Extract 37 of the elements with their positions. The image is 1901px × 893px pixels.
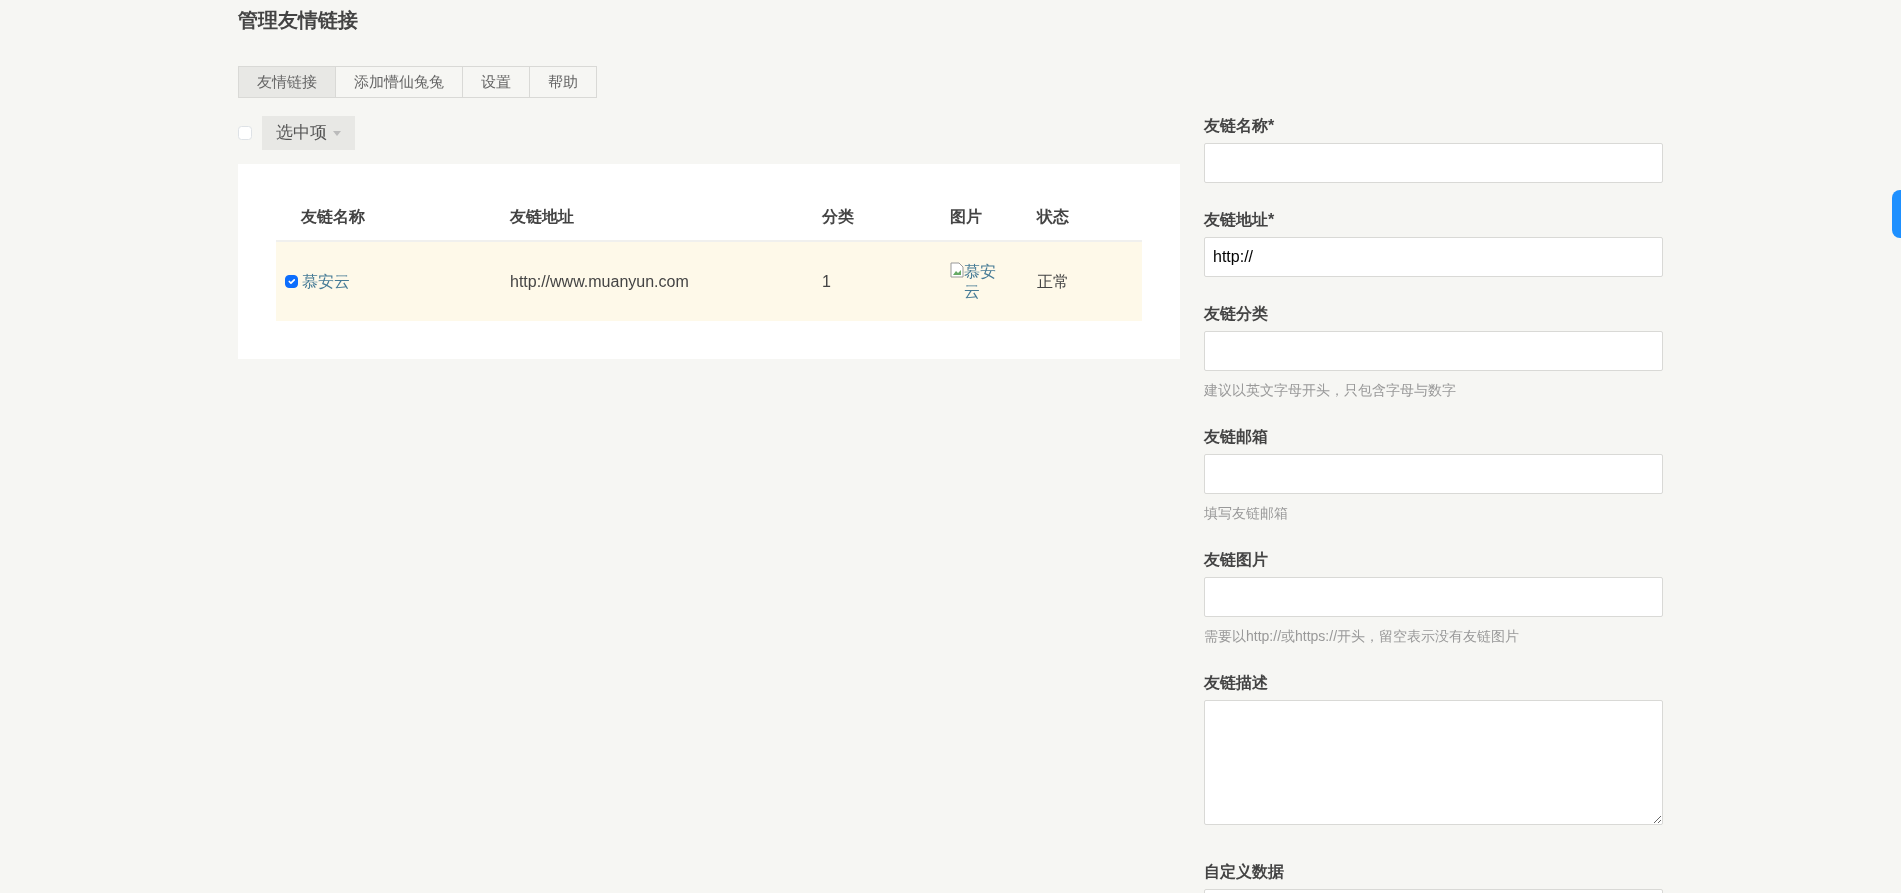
field-label: 友链名称* <box>1204 116 1276 136</box>
column-header: 友链地址 <box>510 208 574 225</box>
input-field[interactable] <box>1204 331 1663 371</box>
field-label: 友链分类 <box>1204 304 1269 324</box>
broken-image-icon <box>950 261 964 278</box>
bulk-action-dropdown[interactable]: 选中项 <box>262 116 355 150</box>
column-header: 状态 <box>1037 208 1069 225</box>
field-hint: 需要以http://或https://开头，留空表示没有友链图片 <box>1204 627 1521 646</box>
input-field[interactable] <box>1204 143 1663 183</box>
tab[interactable]: 设置 <box>462 66 530 98</box>
input-field[interactable]: http:// <box>1204 237 1663 277</box>
field-label: 友链图片 <box>1204 550 1269 570</box>
column-header: 图片 <box>950 208 982 225</box>
select-all-checkbox[interactable] <box>238 126 252 140</box>
side-tab[interactable] <box>1892 190 1901 238</box>
field-hint: 建议以英文字母开头，只包含字母与数字 <box>1204 381 1457 400</box>
field-label: 友链地址* <box>1204 210 1276 230</box>
column-header: 分类 <box>822 208 854 225</box>
page-title: 管理友情链接 <box>238 8 359 33</box>
column-header: 友链名称 <box>301 208 365 225</box>
table-cell: 1 <box>822 272 831 290</box>
tab[interactable]: 添加懵仙兔兔 <box>335 66 463 98</box>
input-field[interactable] <box>1204 454 1663 494</box>
image-alt-text: 慕安云 <box>964 261 997 302</box>
table-cell: http://www.muanyun.com <box>510 272 689 290</box>
tab[interactable]: 友情链接 <box>238 66 336 98</box>
table-cell: 正常 <box>1037 272 1069 290</box>
field-label: 自定义数据 <box>1204 862 1285 882</box>
tab[interactable]: 帮助 <box>529 66 597 98</box>
field-label: 友链描述 <box>1204 673 1269 693</box>
field-hint: 填写友链邮箱 <box>1204 504 1289 523</box>
caret-icon <box>333 130 341 136</box>
text-area[interactable] <box>1204 700 1663 825</box>
row-checkbox[interactable] <box>285 274 298 288</box>
field-label: 友链邮箱 <box>1204 427 1269 447</box>
input-field[interactable] <box>1204 577 1663 617</box>
link-name[interactable]: 慕安云 <box>302 272 350 290</box>
